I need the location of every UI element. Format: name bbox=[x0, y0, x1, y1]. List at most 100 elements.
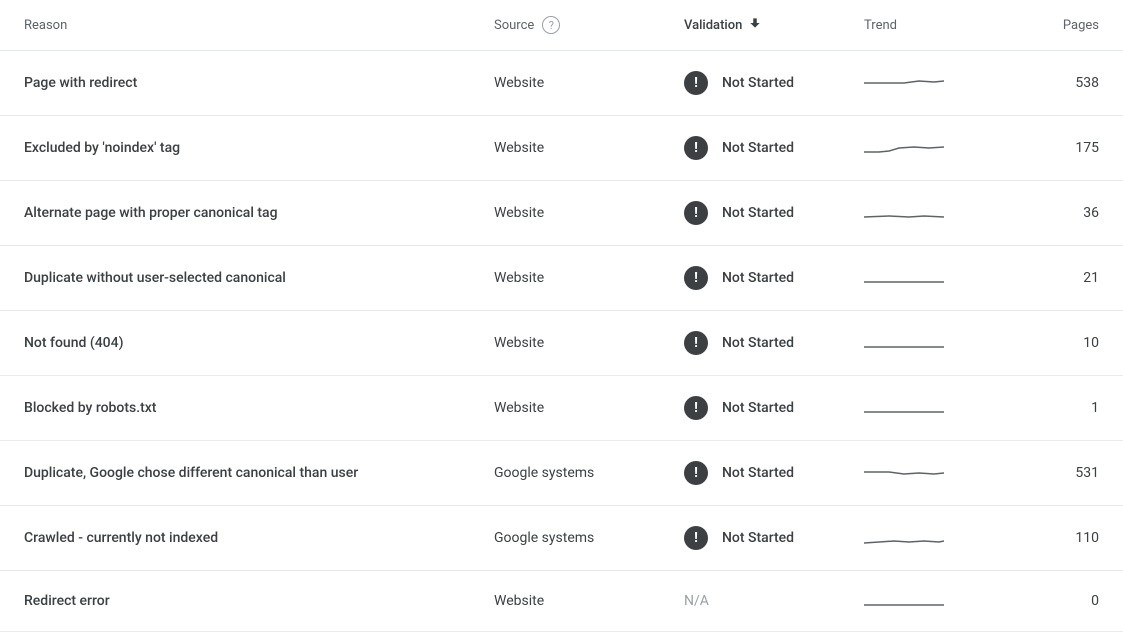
cell-source: Google systems bbox=[494, 465, 684, 481]
cell-reason: Not found (404) bbox=[24, 335, 494, 351]
cell-reason: Excluded by 'noindex' tag bbox=[24, 140, 494, 156]
cell-validation: ! Not Started bbox=[684, 331, 864, 355]
trend-sparkline bbox=[864, 463, 944, 483]
trend-sparkline bbox=[864, 398, 944, 418]
trend-sparkline bbox=[864, 268, 944, 288]
cell-source: Website bbox=[494, 335, 684, 351]
cell-trend bbox=[864, 333, 984, 353]
cell-pages: 36 bbox=[984, 205, 1099, 221]
header-pages[interactable]: Pages bbox=[984, 18, 1099, 33]
validation-badge: ! Not Started bbox=[684, 331, 794, 355]
table-row[interactable]: Not found (404) Website ! Not Started 10 bbox=[0, 311, 1123, 376]
cell-reason: Duplicate without user-selected canonica… bbox=[24, 270, 494, 286]
cell-validation: ! Not Started bbox=[684, 526, 864, 550]
trend-sparkline bbox=[864, 333, 944, 353]
validation-status-text: Not Started bbox=[722, 335, 794, 351]
cell-reason: Duplicate, Google chose different canoni… bbox=[24, 465, 494, 481]
table-row[interactable]: Page with redirect Website ! Not Started… bbox=[0, 51, 1123, 116]
cell-reason: Crawled - currently not indexed bbox=[24, 530, 494, 546]
cell-trend bbox=[864, 73, 984, 93]
header-trend-label: Trend bbox=[864, 18, 897, 33]
indexing-reasons-table: Reason Source ? Validation Trend Pages P… bbox=[0, 0, 1123, 632]
cell-trend bbox=[864, 463, 984, 483]
exclamation-icon: ! bbox=[684, 71, 708, 95]
table-row[interactable]: Crawled - currently not indexed Google s… bbox=[0, 506, 1123, 571]
exclamation-icon: ! bbox=[684, 526, 708, 550]
cell-source: Website bbox=[494, 400, 684, 416]
cell-pages: 175 bbox=[984, 140, 1099, 156]
validation-status-text: Not Started bbox=[722, 530, 794, 546]
validation-status-text: Not Started bbox=[722, 205, 794, 221]
header-validation[interactable]: Validation bbox=[684, 16, 864, 34]
cell-validation: N/A bbox=[684, 593, 864, 609]
cell-source: Google systems bbox=[494, 530, 684, 546]
cell-pages: 0 bbox=[984, 593, 1099, 609]
exclamation-icon: ! bbox=[684, 201, 708, 225]
validation-status-text: Not Started bbox=[722, 75, 794, 91]
cell-validation: ! Not Started bbox=[684, 201, 864, 225]
cell-reason: Redirect error bbox=[24, 593, 494, 609]
table-row[interactable]: Excluded by 'noindex' tag Website ! Not … bbox=[0, 116, 1123, 181]
validation-status-na: N/A bbox=[684, 593, 709, 609]
exclamation-icon: ! bbox=[684, 136, 708, 160]
header-pages-label: Pages bbox=[1063, 18, 1099, 33]
cell-reason: Alternate page with proper canonical tag bbox=[24, 205, 494, 221]
cell-validation: ! Not Started bbox=[684, 461, 864, 485]
cell-source: Website bbox=[494, 75, 684, 91]
cell-trend bbox=[864, 528, 984, 548]
validation-status-text: Not Started bbox=[722, 140, 794, 156]
header-reason[interactable]: Reason bbox=[24, 18, 494, 33]
header-source-label: Source bbox=[494, 18, 534, 33]
table-row[interactable]: Duplicate, Google chose different canoni… bbox=[0, 441, 1123, 506]
table-row[interactable]: Duplicate without user-selected canonica… bbox=[0, 246, 1123, 311]
validation-badge: ! Not Started bbox=[684, 526, 794, 550]
cell-pages: 21 bbox=[984, 270, 1099, 286]
exclamation-icon: ! bbox=[684, 331, 708, 355]
cell-validation: ! Not Started bbox=[684, 266, 864, 290]
trend-sparkline bbox=[864, 528, 944, 548]
cell-validation: ! Not Started bbox=[684, 396, 864, 420]
table-row[interactable]: Alternate page with proper canonical tag… bbox=[0, 181, 1123, 246]
exclamation-icon: ! bbox=[684, 266, 708, 290]
cell-validation: ! Not Started bbox=[684, 136, 864, 160]
trend-sparkline bbox=[864, 591, 944, 611]
cell-pages: 10 bbox=[984, 335, 1099, 351]
validation-badge: ! Not Started bbox=[684, 71, 794, 95]
sort-descending-icon bbox=[748, 16, 762, 34]
table-row[interactable]: Redirect error Website N/A 0 bbox=[0, 571, 1123, 632]
cell-source: Website bbox=[494, 270, 684, 286]
validation-badge: ! Not Started bbox=[684, 136, 794, 160]
validation-status-text: Not Started bbox=[722, 400, 794, 416]
header-validation-label: Validation bbox=[684, 18, 742, 33]
help-icon[interactable]: ? bbox=[542, 16, 560, 34]
validation-badge: ! Not Started bbox=[684, 201, 794, 225]
validation-badge: ! Not Started bbox=[684, 461, 794, 485]
cell-source: Website bbox=[494, 205, 684, 221]
cell-trend bbox=[864, 268, 984, 288]
cell-validation: ! Not Started bbox=[684, 71, 864, 95]
table-row[interactable]: Blocked by robots.txt Website ! Not Star… bbox=[0, 376, 1123, 441]
validation-badge: ! Not Started bbox=[684, 266, 794, 290]
exclamation-icon: ! bbox=[684, 396, 708, 420]
cell-pages: 531 bbox=[984, 465, 1099, 481]
cell-source: Website bbox=[494, 140, 684, 156]
validation-status-text: Not Started bbox=[722, 465, 794, 481]
validation-badge: ! Not Started bbox=[684, 396, 794, 420]
cell-reason: Blocked by robots.txt bbox=[24, 400, 494, 416]
cell-pages: 538 bbox=[984, 75, 1099, 91]
trend-sparkline bbox=[864, 138, 944, 158]
cell-pages: 110 bbox=[984, 530, 1099, 546]
cell-trend bbox=[864, 591, 984, 611]
header-reason-label: Reason bbox=[24, 18, 67, 33]
trend-sparkline bbox=[864, 203, 944, 223]
trend-sparkline bbox=[864, 73, 944, 93]
cell-trend bbox=[864, 203, 984, 223]
cell-pages: 1 bbox=[984, 400, 1099, 416]
validation-status-text: Not Started bbox=[722, 270, 794, 286]
cell-trend bbox=[864, 398, 984, 418]
cell-trend bbox=[864, 138, 984, 158]
cell-reason: Page with redirect bbox=[24, 75, 494, 91]
exclamation-icon: ! bbox=[684, 461, 708, 485]
header-source[interactable]: Source ? bbox=[494, 16, 684, 34]
table-header-row: Reason Source ? Validation Trend Pages bbox=[0, 0, 1123, 51]
